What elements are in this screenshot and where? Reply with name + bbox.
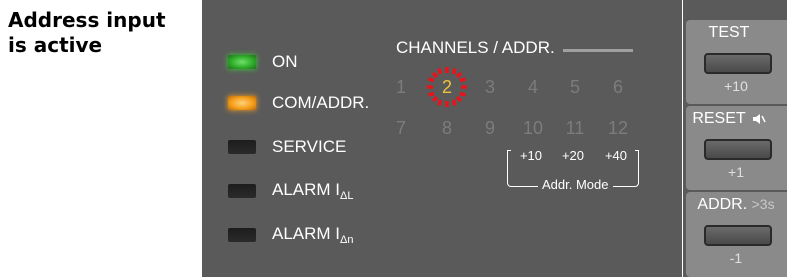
addr-sub: -1 [729,250,743,266]
channel-8: 8 [441,118,452,138]
channel-10: 10 [522,118,544,138]
caption-line-1: Address input [8,8,166,32]
test-sub: +10 [724,78,748,94]
reset-label: RESET [692,110,746,127]
test-button[interactable] [704,53,772,74]
channels-header: CHANNELS / ADDR. [396,38,555,57]
addr-mode-offset-40: +40 [604,148,628,163]
led-alarm-dl-indicator [228,184,256,198]
channels-header-bar [563,49,633,52]
channel-2-active: 2 [441,77,452,97]
led-service-label: SERVICE [272,137,347,156]
reset-block: RESET +1 [686,106,787,190]
reset-label-row: RESET [686,110,772,128]
addr-hint: >3s [751,196,775,212]
caption: Address input is active [8,8,193,58]
channel-7: 7 [395,118,406,138]
led-alarm-dl-sub: ΔL [340,190,354,202]
addr-label: ADDR. [697,196,748,213]
channel-9: 9 [484,118,495,138]
addr-button[interactable] [704,225,772,246]
addr-mode-offset-10: +10 [519,148,543,163]
addr-mode-offset-20: +20 [561,148,585,163]
addr-label-row: ADDR. >3s [686,196,786,214]
channel-3: 3 [484,77,495,97]
reset-sub: +1 [728,164,744,180]
led-alarm-dn-label: ALARM IΔn [272,224,354,246]
caption-line-2: is active [8,33,103,57]
test-label: TEST [708,24,750,41]
test-block: TEST +10 [686,20,787,104]
led-on-label: ON [272,52,298,71]
led-alarm-dl-label: ALARM IΔL [272,180,354,202]
led-alarm-dn-sub: Δn [340,234,354,246]
addr-block: ADDR. >3s -1 [686,192,787,277]
led-on: ON [228,50,298,74]
led-alarm-dn: ALARM IΔn [228,223,354,247]
channel-6: 6 [612,77,623,97]
led-alarm-dn-indicator [228,228,256,242]
led-com-addr: COM/ADDR. [228,91,369,115]
speaker-mute-icon [752,113,766,124]
reset-button[interactable] [704,139,772,160]
channel-12: 12 [607,118,629,138]
addr-mode-label: Addr. Mode [538,177,613,192]
channel-11: 11 [565,118,585,138]
channel-1: 1 [395,77,406,97]
led-com-addr-indicator [228,96,256,110]
channel-4: 4 [527,77,538,97]
channel-5: 5 [569,77,580,97]
led-on-indicator [228,55,256,69]
led-service-indicator [228,140,256,154]
led-alarm-dl: ALARM IΔL [228,179,354,203]
led-com-addr-label: COM/ADDR. [272,93,370,112]
led-service: SERVICE [228,135,346,159]
